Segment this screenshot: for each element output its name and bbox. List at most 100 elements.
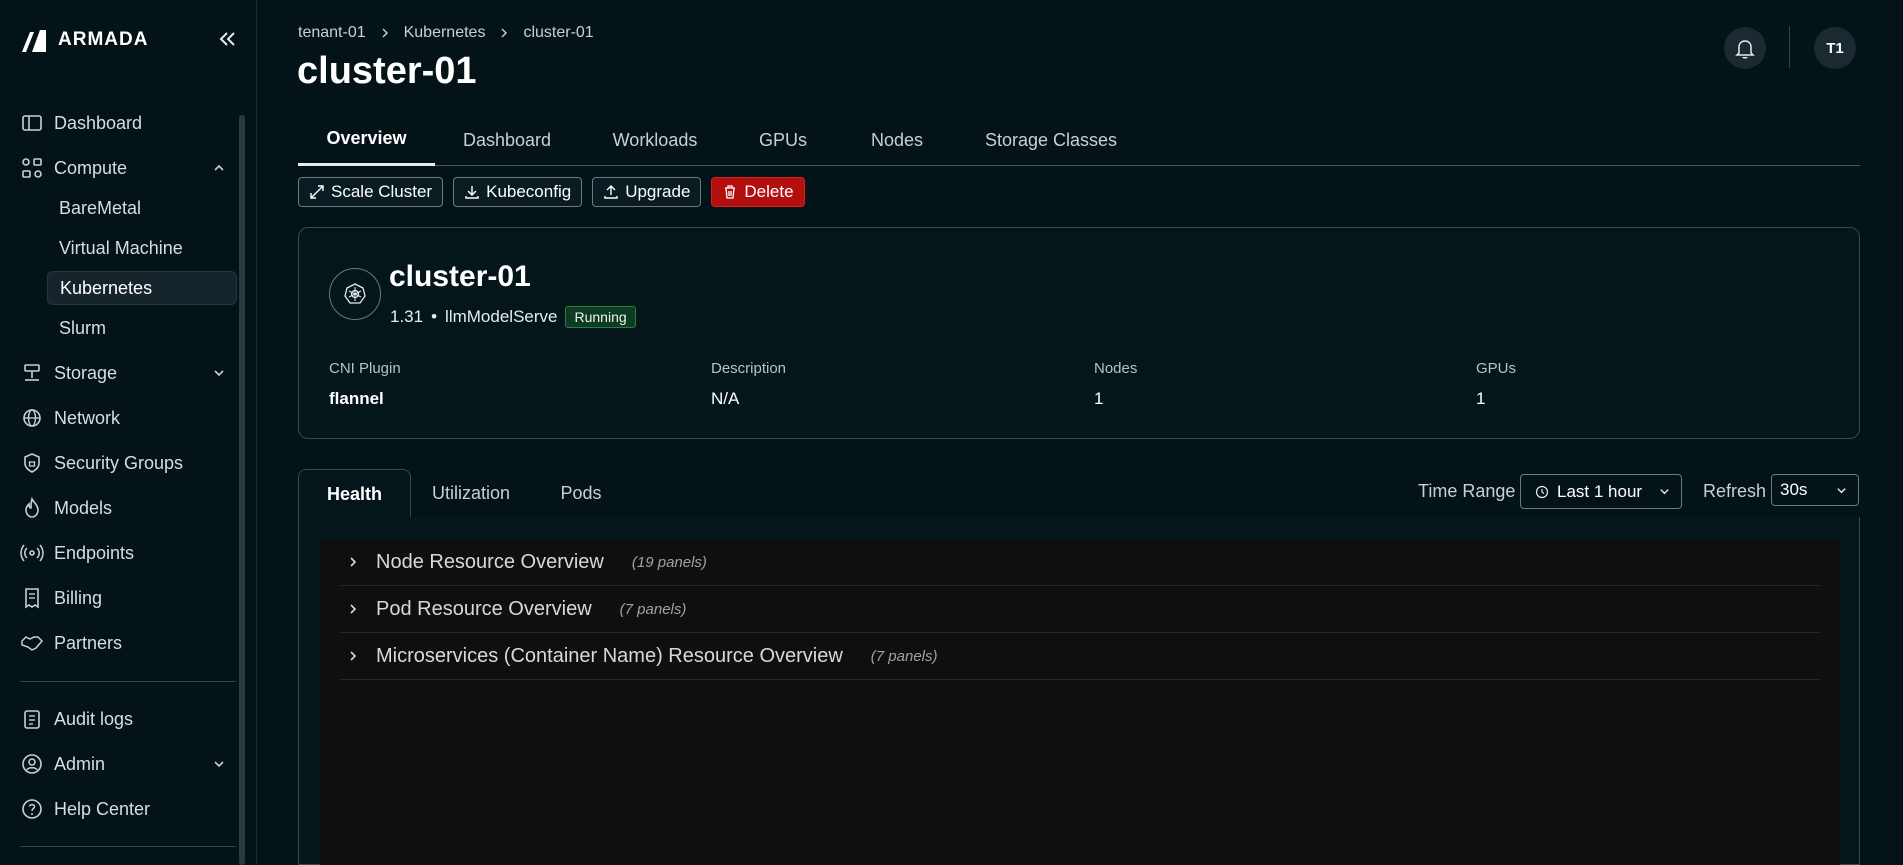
- sidebar-item-audit-logs[interactable]: Audit logs: [20, 702, 236, 736]
- sidebar-scrollbar[interactable]: [239, 115, 245, 865]
- breadcrumb-kubernetes[interactable]: Kubernetes: [404, 24, 486, 42]
- row-count: (7 panels): [619, 600, 687, 618]
- time-range-label: Time Range: [1418, 481, 1516, 501]
- sidebar-item-models[interactable]: Models: [20, 491, 236, 525]
- row-pod-resource-overview[interactable]: Pod Resource Overview (7 panels): [340, 586, 1820, 633]
- tab-storage-classes[interactable]: Storage Classes: [976, 114, 1126, 166]
- notifications-button[interactable]: [1724, 27, 1766, 69]
- tab-pods[interactable]: Pods: [531, 469, 631, 518]
- sidebar-sub-baremetal[interactable]: BareMetal: [47, 191, 237, 225]
- delete-label: Delete: [744, 182, 794, 201]
- clock-icon: [1535, 485, 1549, 498]
- refresh-select[interactable]: 30s: [1771, 474, 1859, 506]
- sidebar: ARMADA Dashboard Compute BareMetal Virtu…: [0, 0, 257, 865]
- download-icon: [465, 186, 479, 199]
- tab-overview[interactable]: Overview: [298, 114, 435, 166]
- collapse-sidebar-icon[interactable]: [214, 26, 240, 52]
- chevron-right-icon: [501, 28, 508, 38]
- sidebar-item-label: Admin: [54, 753, 106, 774]
- sidebar-item-dashboard[interactable]: Dashboard: [20, 106, 236, 140]
- kubeconfig-button[interactable]: Kubeconfig: [453, 177, 583, 207]
- flame-icon: [25, 496, 39, 518]
- field-value: N/A: [711, 389, 740, 408]
- logo[interactable]: ARMADA: [20, 26, 148, 54]
- field-cni-plugin: CNI Plugin flannel: [329, 360, 401, 409]
- kubeconfig-label: Kubeconfig: [486, 182, 572, 201]
- tab-health[interactable]: Health: [298, 469, 411, 518]
- compute-icon: [22, 158, 42, 178]
- storage-icon: [24, 364, 40, 381]
- tab-dashboard[interactable]: Dashboard: [452, 114, 562, 166]
- armada-logo-icon: [22, 30, 46, 52]
- page-title: cluster-01: [297, 50, 477, 92]
- sidebar-item-security-groups[interactable]: Security Groups: [20, 446, 236, 480]
- cluster-meta: 1.31 • llmModelServe Running: [390, 306, 636, 328]
- sidebar-item-network[interactable]: Network: [20, 401, 236, 435]
- trash-icon: [725, 185, 736, 199]
- sidebar-divider: [20, 846, 236, 847]
- field-value: 1: [1476, 389, 1486, 408]
- sidebar-item-label: Storage: [54, 362, 118, 383]
- delete-button[interactable]: Delete: [711, 177, 805, 207]
- chevron-up-icon: [214, 164, 224, 171]
- sidebar-sub-virtual-machine[interactable]: Virtual Machine: [47, 231, 237, 265]
- health-panel: Node Resource Overview (19 panels) Pod R…: [298, 517, 1860, 865]
- upload-icon: [604, 185, 618, 199]
- sidebar-item-billing[interactable]: Billing: [20, 581, 236, 615]
- tab-gpus[interactable]: GPUs: [748, 114, 818, 166]
- row-microservices-resource-overview[interactable]: Microservices (Container Name) Resource …: [340, 633, 1820, 680]
- action-bar: Scale Cluster Kubeconfig Upgrade Delete: [298, 177, 805, 207]
- header-divider: [1789, 26, 1790, 68]
- tab-nodes[interactable]: Nodes: [862, 114, 932, 166]
- kubernetes-icon: [329, 268, 381, 320]
- field-nodes: Nodes 1: [1094, 360, 1137, 409]
- tab-utilization[interactable]: Utilization: [411, 469, 531, 518]
- cluster-version: 1.31: [390, 307, 424, 326]
- row-count: (19 panels): [631, 553, 707, 571]
- user-gear-icon: [22, 754, 42, 774]
- sidebar-item-endpoints[interactable]: Endpoints: [20, 536, 236, 570]
- sidebar-item-help-center[interactable]: Help Center: [20, 792, 236, 826]
- field-value: flannel: [329, 389, 384, 408]
- field-label: CNI Plugin: [329, 360, 401, 377]
- sidebar-item-label: Compute: [54, 157, 128, 178]
- time-range-select[interactable]: Last 1 hour: [1520, 474, 1682, 509]
- row-title: Node Resource Overview: [376, 550, 604, 573]
- sidebar-item-label: Dashboard: [54, 112, 143, 133]
- scale-cluster-button[interactable]: Scale Cluster: [298, 177, 444, 207]
- refresh-value: 30s: [1780, 480, 1808, 499]
- sidebar-item-label: Audit logs: [54, 708, 134, 729]
- chevron-right-icon: [350, 557, 357, 567]
- breadcrumb-tenant[interactable]: tenant-01: [298, 24, 366, 42]
- sidebar-item-storage[interactable]: Storage: [20, 356, 236, 390]
- shield-icon: [24, 453, 40, 473]
- upgrade-button[interactable]: Upgrade: [592, 177, 702, 207]
- tab-workloads[interactable]: Workloads: [598, 114, 712, 166]
- field-label: GPUs: [1476, 360, 1517, 377]
- sidebar-item-label: Billing: [54, 587, 103, 608]
- sidebar-sub-kubernetes[interactable]: Kubernetes: [47, 271, 237, 305]
- row-count: (7 panels): [870, 647, 938, 665]
- bell-icon: [1735, 40, 1755, 59]
- scale-cluster-label: Scale Cluster: [331, 182, 433, 201]
- field-value: 1: [1094, 389, 1104, 408]
- dashboard-icon: [22, 115, 42, 131]
- brand-name: ARMADA: [58, 29, 149, 50]
- field-description: Description N/A: [711, 360, 786, 409]
- status-badge: Running: [565, 306, 636, 328]
- field-gpus: GPUs 1: [1476, 360, 1516, 409]
- breadcrumb: tenant-01 Kubernetes cluster-01: [298, 24, 594, 42]
- sidebar-sub-slurm[interactable]: Slurm: [47, 311, 237, 345]
- row-node-resource-overview[interactable]: Node Resource Overview (19 panels): [340, 539, 1820, 586]
- meta-separator: •: [431, 307, 438, 326]
- sidebar-item-compute[interactable]: Compute: [20, 151, 236, 185]
- avatar[interactable]: T1: [1814, 27, 1856, 69]
- breadcrumb-cluster: cluster-01: [523, 24, 594, 41]
- sidebar-divider: [20, 681, 236, 682]
- sidebar-item-partners[interactable]: Partners: [20, 626, 236, 660]
- field-label: Description: [711, 360, 787, 377]
- chevron-down-icon: [1837, 487, 1846, 493]
- sidebar-item-admin[interactable]: Admin: [20, 747, 236, 781]
- chevron-right-icon: [350, 604, 357, 614]
- chevron-right-icon: [350, 651, 357, 661]
